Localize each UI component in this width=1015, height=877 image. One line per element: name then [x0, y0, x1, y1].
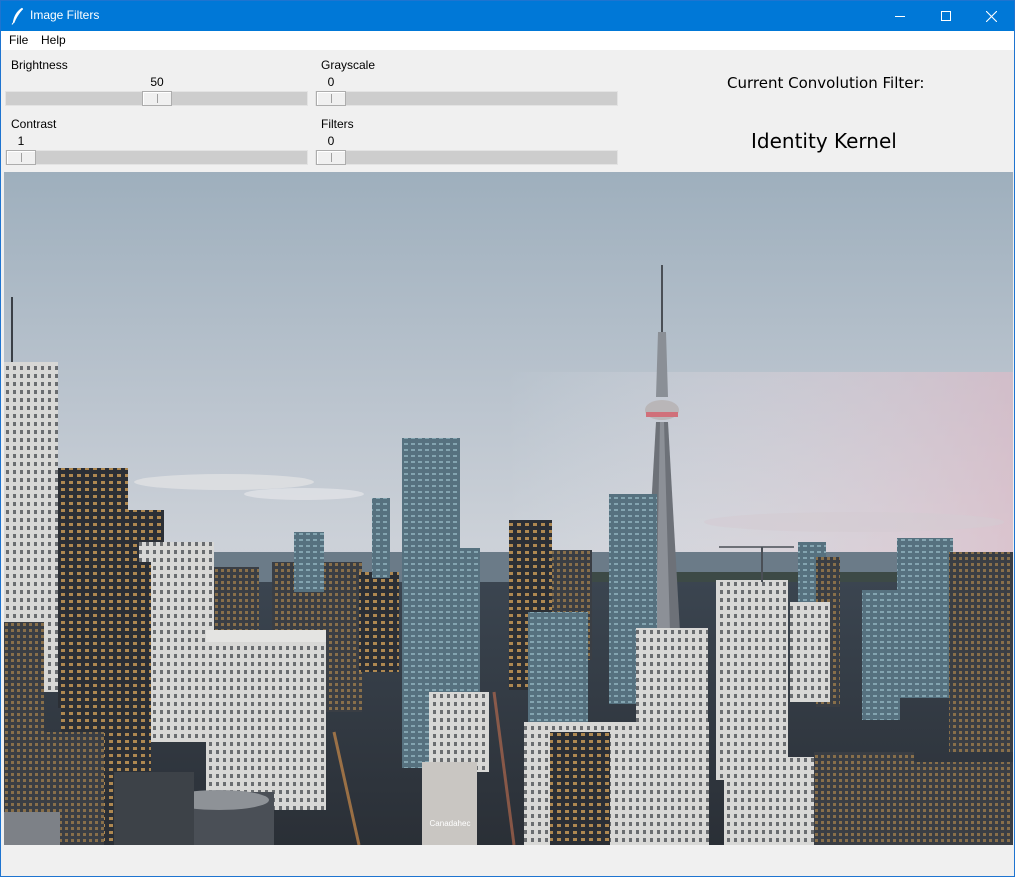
filters-label: Filters	[321, 117, 354, 131]
minimize-button[interactable]	[877, 1, 923, 31]
title-bar[interactable]: Image Filters	[1, 1, 1014, 31]
brightness-value: 50	[150, 75, 164, 89]
close-icon	[985, 10, 997, 22]
image-canvas: Canadahec	[4, 172, 1013, 845]
convolution-filter-name: Identity Kernel	[751, 129, 897, 153]
grayscale-slider[interactable]	[315, 91, 618, 106]
city-skyline-image: Canadahec	[4, 172, 1013, 845]
brightness-slider[interactable]	[5, 91, 308, 106]
maximize-button[interactable]	[923, 1, 969, 31]
contrast-slider[interactable]	[5, 150, 308, 165]
minimize-icon	[895, 16, 905, 17]
filters-slider-thumb[interactable]	[316, 150, 346, 165]
contrast-label: Contrast	[11, 117, 57, 131]
filters-slider[interactable]	[315, 150, 618, 165]
close-button[interactable]	[968, 1, 1014, 31]
menu-file[interactable]: File	[9, 33, 28, 47]
contrast-value: 1	[17, 134, 25, 148]
canadahec-sign: Canadahec	[430, 819, 471, 828]
feather-icon	[11, 7, 24, 25]
controls-panel: Brightness 50 Grayscale 0 Contrast 1 Fil…	[1, 50, 1014, 171]
menu-help[interactable]: Help	[41, 33, 66, 47]
window-title: Image Filters	[30, 8, 100, 22]
contrast-slider-thumb[interactable]	[6, 150, 36, 165]
menu-bar: File Help	[1, 31, 1014, 50]
filters-value: 0	[327, 134, 335, 148]
convolution-filter-title: Current Convolution Filter:	[727, 74, 925, 92]
grayscale-value: 0	[327, 75, 335, 89]
grayscale-label: Grayscale	[321, 58, 376, 72]
brightness-label: Brightness	[11, 58, 68, 72]
brightness-slider-thumb[interactable]	[141, 91, 172, 106]
app-window: Image Filters File Help Brightness 50 Gr…	[0, 0, 1015, 877]
grayscale-slider-thumb[interactable]	[316, 91, 346, 106]
maximize-icon	[941, 11, 951, 21]
